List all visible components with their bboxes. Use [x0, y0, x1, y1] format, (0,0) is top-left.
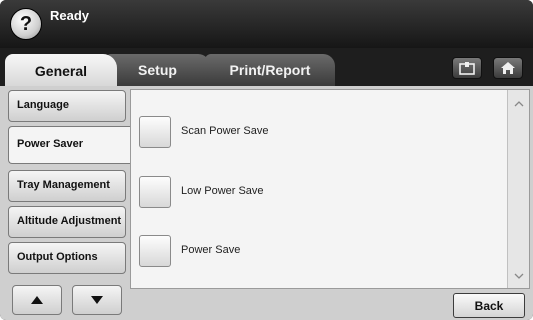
menu-item-power-saver[interactable]: Power Saver: [8, 126, 134, 164]
main-body: Language Power Saver Tray Management Alt…: [0, 86, 533, 320]
back-button[interactable]: Back: [453, 293, 525, 318]
menu-down-button[interactable]: [72, 285, 122, 315]
card-button[interactable]: [452, 57, 482, 79]
option-label: Scan Power Save: [181, 125, 269, 138]
triangle-down-icon: [91, 296, 103, 304]
option-button[interactable]: [139, 235, 171, 267]
option-low-power-save[interactable]: Low Power Save: [139, 176, 271, 208]
tab-print-report[interactable]: Print/Report: [205, 54, 335, 86]
option-label: Low Power Save: [181, 185, 264, 198]
card-icon: [459, 62, 475, 75]
option-label: Power Save: [181, 244, 241, 257]
menu-item-language[interactable]: Language: [8, 90, 126, 122]
chevron-down-icon: [514, 273, 524, 279]
settings-menu: Language Power Saver Tray Management Alt…: [4, 86, 134, 320]
chevron-up-icon: [514, 101, 524, 107]
home-button[interactable]: [493, 57, 523, 79]
menu-item-tray-management[interactable]: Tray Management: [8, 170, 126, 202]
tab-general[interactable]: General: [5, 54, 117, 88]
option-button[interactable]: [139, 176, 171, 208]
options-panel: Scan Power Save Low Power Save Power Sav…: [130, 89, 530, 289]
menu-item-output-options[interactable]: Output Options: [8, 242, 126, 274]
option-scan-power-save[interactable]: Scan Power Save: [139, 116, 271, 148]
menu-item-altitude-adjustment[interactable]: Altitude Adjustment: [8, 206, 126, 238]
printer-screen: ? Ready Print/Report Setup General Langu…: [0, 0, 533, 320]
home-icon: [501, 62, 515, 74]
tab-setup[interactable]: Setup: [105, 54, 210, 86]
triangle-up-icon: [31, 296, 43, 304]
menu-up-button[interactable]: [12, 285, 62, 315]
scroll-down-button[interactable]: [512, 270, 526, 282]
tab-bar: Print/Report Setup General: [0, 48, 533, 88]
scrollbar[interactable]: [507, 90, 529, 288]
scroll-up-button[interactable]: [512, 98, 526, 110]
option-button[interactable]: [139, 116, 171, 148]
help-button[interactable]: ?: [10, 8, 42, 40]
status-header: ? Ready: [0, 0, 533, 48]
status-text: Ready: [50, 8, 90, 23]
option-power-save[interactable]: Power Save: [139, 235, 271, 267]
